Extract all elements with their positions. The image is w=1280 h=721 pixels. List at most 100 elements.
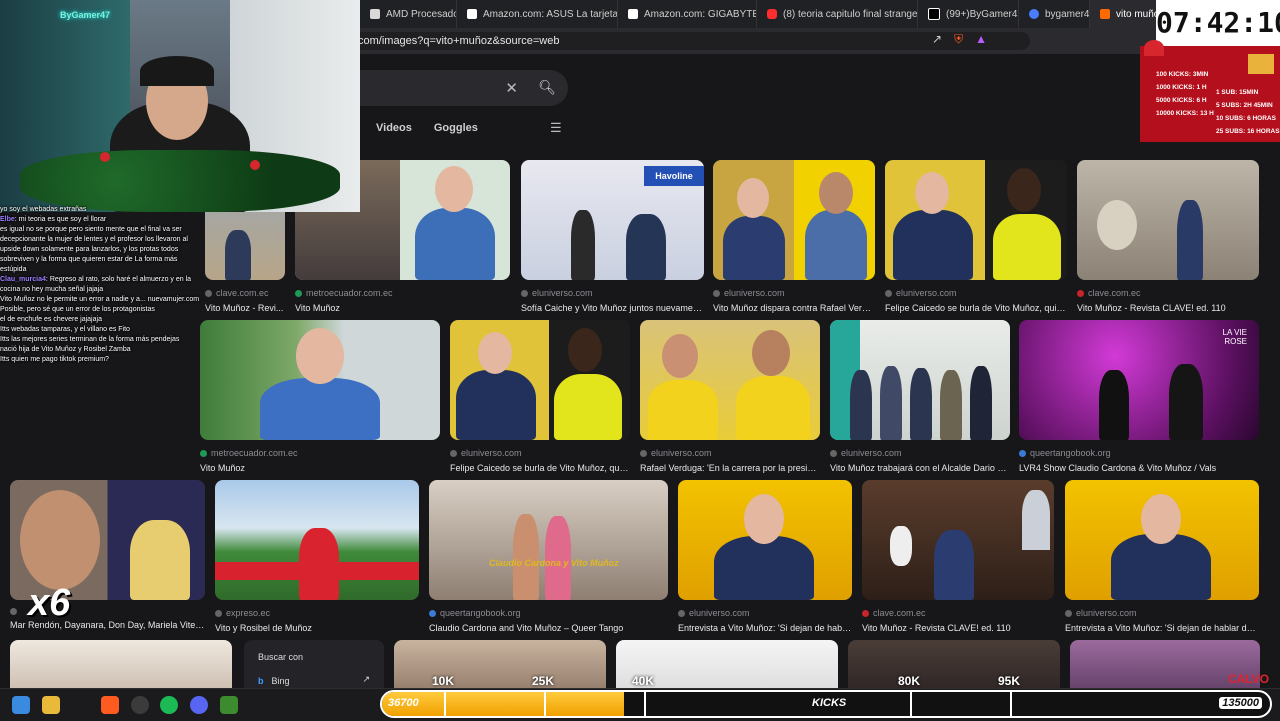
site-favicon-icon [429,609,436,617]
brave-browser-icon[interactable] [101,696,119,714]
brave-favicon-icon [1100,9,1110,19]
gift-icon [1248,54,1274,74]
christmas-wreath [20,150,340,212]
tab-videos[interactable]: Videos [376,122,412,134]
brave-shields-icon[interactable]: ⛨ [954,32,963,47]
tab-amazon-asus[interactable]: Amazon.com: ASUS La tarjeta g [457,0,618,28]
obs-icon[interactable] [131,696,149,714]
result-card[interactable]: eluniverso.com Rafael Verduga: 'En la ca… [640,320,820,473]
result-image [713,160,875,280]
youtube-favicon-icon [767,9,777,19]
file-explorer-icon[interactable] [42,696,60,714]
share-arrow-icon[interactable]: ↗ [362,674,370,685]
result-image [215,480,419,600]
result-image [862,480,1054,600]
spotify-icon[interactable] [160,696,178,714]
result-image [678,480,852,600]
amazon-favicon-icon [628,9,638,19]
tab-goggles[interactable]: Goggles [434,122,478,134]
multiplier-badge: x6 [28,582,71,624]
brave-rewards-icon[interactable]: ▲ [975,32,987,47]
kicks-bar-ticks: 10K 25K 40K 80K 95K [380,672,1272,690]
site-favicon-icon [1065,609,1072,617]
result-image: Claudio Cardona y Vito Muñoz [429,480,668,600]
close-icon[interactable]: ✕ [505,79,518,97]
result-card[interactable]: clave.com.ec Vito Muñoz - Revista CLAVE!… [1077,160,1259,313]
corner-text: CALVO [1228,672,1270,686]
result-image [830,320,1010,440]
search-icon[interactable]: 🔍︎ [538,79,556,96]
chat-message: el de enchufe es chevere jajajaja [0,316,102,323]
result-image: LA VIE ROSE [1019,320,1259,440]
tab-amazon-gigabyte[interactable]: Amazon.com: GIGABYTE B650I [618,0,757,28]
chat-message: yo soy el webadas extrañas [0,206,87,213]
result-card[interactable]: Havoline eluniverso.com Sofía Caiche y V… [521,160,704,313]
subathon-timer: 07:42:10 [1156,0,1280,46]
chat-message: Elbe: mi teoria es que soy el llorar [0,216,107,223]
chat-message: Clau_murcia4: Regreso al rato, solo haré… [0,276,192,293]
bing-option[interactable]: Bing [272,676,290,686]
url-field[interactable]: com/images?q=vito+muñoz&source=web [300,32,1030,50]
kicks-tick: 40K [632,674,655,688]
result-card[interactable]: metroecuador.com.ec Vito Muñoz [200,320,440,473]
search-with-panel[interactable]: Buscar con b Bing ↗ [244,640,384,688]
kicks-label: KICKS [812,697,847,709]
tab-bygamer47[interactable]: bygamer47 [1019,0,1090,28]
site-favicon-icon [10,608,17,615]
site-favicon-icon [713,289,720,297]
discord-icon[interactable] [190,696,208,714]
kicks-tick: 25K [532,674,555,688]
tab-tiktok[interactable]: (99+)ByGamer47 [918,0,1019,28]
share-icon[interactable]: ↗ [932,32,942,47]
result-card[interactable]: eluniverso.com Felipe Caicedo se burla d… [450,320,630,473]
amazon-favicon-icon [467,9,477,19]
result-image [450,320,630,440]
result-card[interactable]: LA VIE ROSE queertangobook.org LVR4 Show… [1019,320,1259,473]
site-favicon-icon [678,609,685,617]
site-favicon-icon [862,609,869,617]
windows-start-icon[interactable] [12,696,30,714]
result-card[interactable]: clave.com.ec Vito Muñoz - Revista CLAVE!… [862,480,1054,633]
chat-message: Vito Muñoz no le permite un error a nadi… [0,296,200,303]
bing-icon: b [258,676,264,686]
result-image: Havoline [521,160,704,280]
chat-message: Itts las mejores series terminan de la f… [0,336,180,343]
subathon-goals: 100 KICKS: 3MIN 1000 KICKS: 1 H 5000 KIC… [1140,40,1280,142]
profile-favicon-icon [1029,9,1039,19]
site-favicon-icon [521,289,528,297]
result-card[interactable]: eluniverso.com Vito Muñoz dispara contra… [713,160,875,313]
result-card[interactable]: expreso.ec Vito y Rosibel de Muñoz [215,480,419,633]
site-favicon-icon [830,449,837,457]
site-favicon-icon [215,609,222,617]
tab-amd[interactable]: AMD Procesador [360,0,457,28]
result-card[interactable]: eluniverso.com Vito Muñoz trabajará con … [830,320,1010,473]
site-favicon-icon [885,289,892,297]
chat-message: es igual no se porque pero siento mente … [0,226,188,273]
result-card[interactable]: Claudio Cardona y Vito Muñoz queertangob… [429,480,668,633]
result-card[interactable]: eluniverso.com Entrevista a Vito Muñoz: … [678,480,852,633]
kicks-tick: 10K [432,674,455,688]
kicks-tick: 95K [998,674,1021,688]
site-favicon-icon [205,289,212,297]
amd-favicon-icon [370,9,380,19]
result-image [200,320,440,440]
site-favicon-icon [1077,289,1084,297]
search-filters: Videos Goggles [376,122,478,134]
site-favicon-icon [640,449,647,457]
site-favicon-icon [450,449,457,457]
minecraft-icon[interactable] [220,696,238,714]
result-image [885,160,1067,280]
result-image [1065,480,1259,600]
tab-youtube[interactable]: (8) teoria capitulo final strange [757,0,918,28]
result-card[interactable]: eluniverso.com Felipe Caicedo se burla d… [885,160,1067,313]
site-favicon-icon [295,289,302,297]
tiktok-favicon-icon [928,8,940,20]
kicks-goal-bar: 36700 KICKS 135000 [380,690,1272,718]
filter-settings-icon[interactable]: ☰ [550,120,562,136]
stream-chat-overlay: yo soy el webadas extrañas Elbe: mi teor… [0,205,205,475]
chat-message: Posible, pero sé que un error de los pro… [0,306,155,313]
kicks-target: 135000 [1219,697,1262,709]
result-image[interactable] [10,640,232,688]
result-card[interactable]: eluniverso.com Entrevista a Vito Muñoz: … [1065,480,1259,633]
result-image [1077,160,1259,280]
